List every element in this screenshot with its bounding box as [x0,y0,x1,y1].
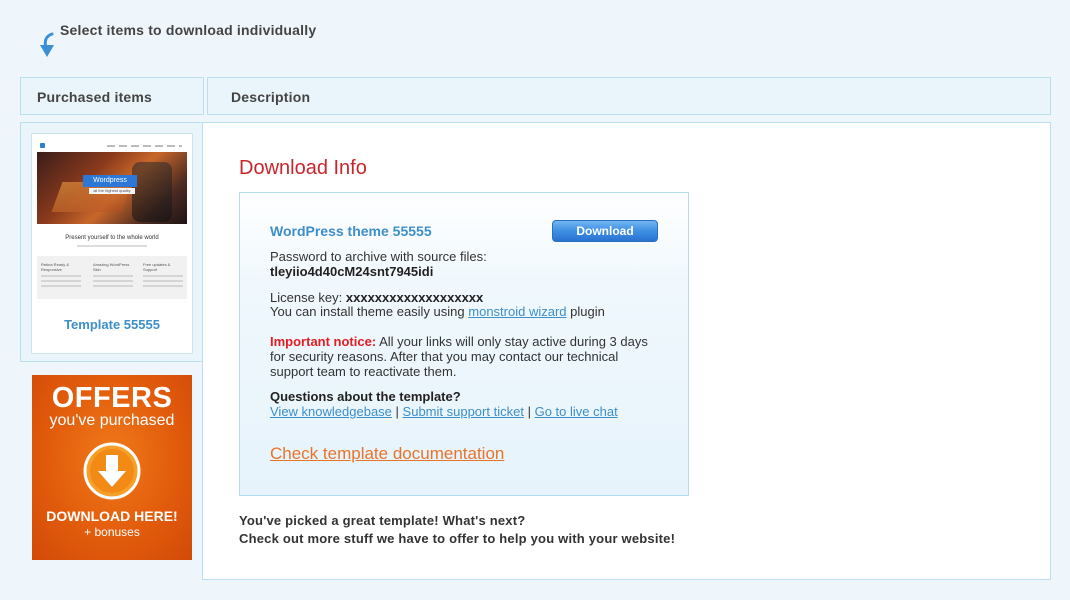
offers-subtitle: you've purchased [49,412,175,429]
whats-next-line1: You've picked a great template! What's n… [239,513,526,528]
important-notice: Important notice: All your links will on… [270,334,665,379]
live-chat-link[interactable]: Go to live chat [535,404,618,419]
whats-next-line2: Check out more stuff we have to offer to… [239,531,676,546]
thumbnail-feature: Retina Ready & Responsive [41,262,81,296]
template-thumbnail[interactable]: Wordpress Theme all the highest quality … [37,139,187,299]
license-value: xxxxxxxxxxxxxxxxxxx [345,290,484,305]
purchased-item-card[interactable]: Wordpress Theme all the highest quality … [31,133,193,354]
offers-cta: DOWNLOAD HERE! [46,508,178,524]
link-separator: | [395,404,399,419]
arrow-down-icon [40,32,54,57]
thumbnail-logo [40,143,60,148]
thumbnail-hero-image: Wordpress Theme all the highest quality [37,152,187,224]
knowledgebase-link[interactable]: View knowledgebase [270,404,392,419]
documentation-link[interactable]: Check template documentation [270,444,504,464]
password-label: Password to archive with source files: [270,249,487,264]
thumbnail-tagline: Present yourself to the whole world [65,235,159,241]
item-name[interactable]: Template 55555 [32,317,192,332]
install-suffix: plugin [570,304,605,319]
thumbnail-divider [77,245,147,247]
whats-next-text: You've picked a great template! What's n… [239,512,679,548]
column-header-description: Description [207,77,1051,115]
thumbnail-badge-sub: all the highest quality [89,188,135,194]
thumbnail-feature: Amazing WordPress Skin [93,262,133,296]
thumbnail-features: Retina Ready & Responsive Amazing WordPr… [37,256,187,299]
download-button[interactable]: Download [552,220,658,242]
offers-banner[interactable]: OFFERS you've purchased DOWNLOAD HERE! +… [32,375,192,560]
theme-name: WordPress theme 55555 [270,223,432,239]
offers-title: OFFERS [51,382,173,414]
password-value: tleyiio4d40cM24snt7945idi [270,264,434,279]
thumbnail-feature: Free updates & Support [143,262,183,296]
support-links: View knowledgebase | Submit support tick… [270,404,618,419]
support-ticket-link[interactable]: Submit support ticket [403,404,524,419]
thumbnail-navbar [37,139,187,152]
thumbnail-badge: Wordpress Theme [83,175,137,196]
license-label: License key: [270,290,343,305]
license-row: License key: xxxxxxxxxxxxxxxxxxx [270,290,483,305]
hint-text: Select items to download individually [60,22,317,38]
install-prefix: You can install theme easily using [270,304,465,319]
offers-bonus: + bonuses [84,525,140,539]
column-header-purchased-items: Purchased items [20,77,204,115]
link-separator: | [527,404,531,419]
download-circle-icon [83,442,141,500]
download-hint: Select items to download individually [38,18,358,60]
download-info-box: WordPress theme 55555 Download Password … [239,192,689,496]
thumbnail-nav-links [107,145,182,147]
questions-label: Questions about the template? [270,389,461,404]
download-info-heading: Download Info [239,157,367,179]
install-row: You can install theme easily using monst… [270,304,605,319]
monstroid-wizard-link[interactable]: monstroid wizard [468,304,566,319]
notice-label: Important notice: [270,334,377,349]
